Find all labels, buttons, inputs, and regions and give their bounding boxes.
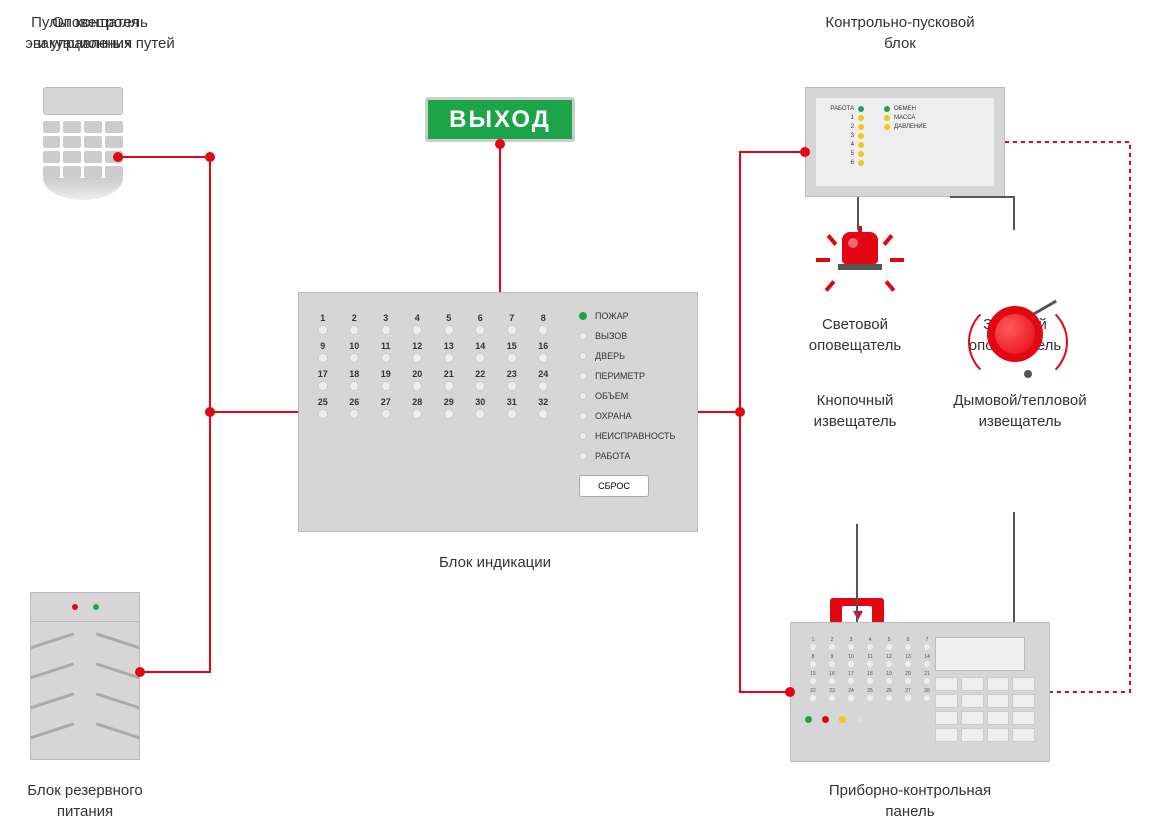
label-clb: Контрольно-пусковойблок [790, 12, 1010, 54]
exit-sign: ВЫХОД [425, 97, 575, 142]
label-ind: Блок индикации [395, 552, 595, 573]
label-exit-sign: Оповещательэвакуационных путей [0, 12, 200, 54]
label-light: Световойоповещатель [795, 314, 915, 356]
control-panel: 1234567891011121314151617181920212223242… [790, 622, 1050, 762]
light-alarm-icon [820, 232, 900, 302]
keypad-device [35, 87, 130, 207]
sound-alarm-icon [980, 306, 1050, 376]
label-smoke: Дымовой/тепловойизвещатель [950, 390, 1090, 432]
reset-button[interactable]: СБРОС [579, 475, 649, 497]
label-ups: Блок резервногопитания [0, 780, 170, 822]
indication-block: 1234567891011121314151617181920212223242… [298, 292, 698, 532]
label-panel: Приборно-контрольнаяпанель [800, 780, 1020, 822]
backup-power [30, 592, 140, 762]
control-launch-block: РАБОТА123456ОБМЕНМАССАДАВЛЕНИЕ [805, 87, 1005, 197]
label-callpoint: Кнопочныйизвещатель [795, 390, 915, 432]
